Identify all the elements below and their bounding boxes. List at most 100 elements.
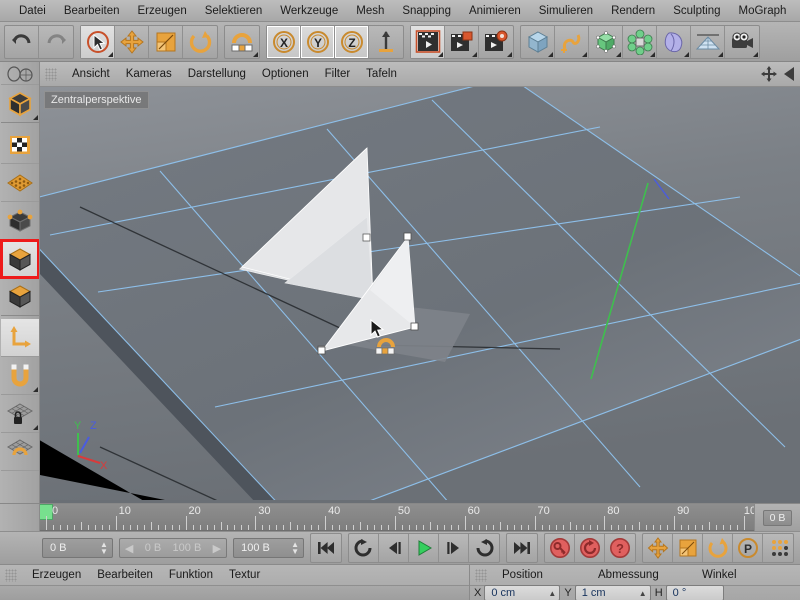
menu-item-simulieren[interactable]: Simulieren bbox=[530, 0, 602, 21]
next-key-button[interactable] bbox=[469, 534, 499, 562]
coordinate-input-y[interactable]: 1 cm ▲ bbox=[574, 585, 651, 600]
coordinate-input-x[interactable]: 0 cm ▲ bbox=[484, 585, 561, 600]
model-mode-menu-arrow[interactable] bbox=[32, 115, 38, 120]
end-frame-field[interactable]: 100 B ▲ ▼ bbox=[233, 538, 304, 558]
current-frame-field[interactable]: 0 B ▲ ▼ bbox=[42, 538, 113, 558]
material-menu-erzeugen[interactable]: Erzeugen bbox=[24, 565, 89, 586]
menu-item-mograph[interactable]: MoGraph bbox=[730, 0, 796, 21]
material-menu-bearbeiten[interactable]: Bearbeiten bbox=[89, 565, 161, 586]
coordinate-field-h[interactable]: H 0 ° bbox=[655, 585, 724, 600]
pan-view-button[interactable] bbox=[760, 65, 778, 86]
end-frame-stepper[interactable]: ▲ ▼ bbox=[283, 541, 299, 556]
environment-button[interactable] bbox=[691, 25, 725, 58]
camera-menu-arrow[interactable] bbox=[753, 51, 758, 57]
select-tool-menu-arrow[interactable] bbox=[108, 51, 113, 57]
viewport-menu-ansicht[interactable]: Ansicht bbox=[64, 62, 118, 87]
key-pla-button[interactable] bbox=[763, 534, 793, 562]
generator-menu-arrow[interactable] bbox=[616, 51, 621, 57]
viewport-3d[interactable]: Zentralperspektive Y Z X bbox=[40, 87, 800, 503]
array-button[interactable] bbox=[623, 25, 657, 58]
render-settings-menu-arrow[interactable] bbox=[507, 51, 512, 57]
preview-range-field[interactable]: ◀ 0 B 100 B ▶ bbox=[118, 538, 228, 558]
deformer-menu-arrow[interactable] bbox=[684, 51, 689, 57]
coordinate-field-y[interactable]: Y 1 cm ▲ bbox=[564, 585, 651, 600]
material-menu-grip[interactable] bbox=[5, 568, 17, 582]
render-view-button[interactable] bbox=[411, 25, 445, 58]
go-to-end-button[interactable] bbox=[507, 534, 537, 562]
material-manager-body[interactable] bbox=[0, 586, 469, 600]
viewport-menu-kameras[interactable]: Kameras bbox=[118, 62, 180, 87]
left-tool-edge-mode[interactable] bbox=[0, 202, 39, 240]
coordinate-stepper-x[interactable]: ▲ bbox=[548, 589, 556, 598]
generator-button[interactable] bbox=[589, 25, 623, 58]
select-tool-button[interactable] bbox=[81, 25, 115, 58]
menu-item-snapping[interactable]: Snapping bbox=[393, 0, 460, 21]
menu-item-rendern[interactable]: Rendern bbox=[602, 0, 664, 21]
snap-button[interactable] bbox=[225, 26, 259, 58]
timeline-right-field[interactable]: 0 B bbox=[762, 509, 793, 526]
range-next-arrow[interactable]: ▶ bbox=[213, 542, 221, 555]
coordinate-input-h[interactable]: 0 ° bbox=[665, 585, 724, 600]
left-tool-object-mode[interactable] bbox=[0, 278, 39, 316]
axis-lock-y-button[interactable]: Y bbox=[301, 25, 335, 58]
menu-item-mesh[interactable]: Mesh bbox=[347, 0, 393, 21]
menu-item-sculpting[interactable]: Sculpting bbox=[664, 0, 729, 21]
cube-menu-arrow[interactable] bbox=[548, 51, 553, 57]
step-back-button[interactable] bbox=[379, 534, 409, 562]
record-key-button[interactable] bbox=[545, 534, 575, 562]
key-position-button[interactable] bbox=[643, 534, 673, 562]
current-frame-stepper[interactable]: ▲ ▼ bbox=[92, 541, 108, 556]
viewport-menu-tafeln[interactable]: Tafeln bbox=[358, 62, 405, 87]
spline-menu-arrow[interactable] bbox=[582, 51, 587, 57]
key-rotation-button[interactable] bbox=[703, 534, 733, 562]
render-settings-button[interactable] bbox=[479, 26, 513, 58]
menu-item-selektieren[interactable]: Selektieren bbox=[196, 0, 272, 21]
viewport-menu-grip[interactable] bbox=[45, 67, 57, 81]
coordinate-field-x[interactable]: X 0 cm ▲ bbox=[474, 585, 561, 600]
viewport-menu-darstellung[interactable]: Darstellung bbox=[180, 62, 254, 87]
previous-key-button[interactable] bbox=[349, 534, 379, 562]
coordinates-grip[interactable] bbox=[475, 568, 487, 582]
coordinate-stepper-y[interactable]: ▲ bbox=[639, 589, 647, 598]
viewport-menu-filter[interactable]: Filter bbox=[317, 62, 359, 87]
magnet-menu-arrow[interactable] bbox=[32, 387, 38, 392]
left-tool-axis-mode[interactable] bbox=[0, 319, 39, 357]
range-prev-arrow[interactable]: ◀ bbox=[125, 542, 133, 555]
render-region-menu-arrow[interactable] bbox=[472, 51, 477, 57]
undo-button[interactable] bbox=[5, 25, 39, 58]
go-to-start-button[interactable] bbox=[311, 534, 341, 562]
rotate-tool-button[interactable] bbox=[183, 26, 217, 58]
camera-button[interactable] bbox=[725, 26, 759, 58]
viewport-layout-button[interactable] bbox=[0, 63, 39, 85]
lock-workplane-menu-arrow[interactable] bbox=[32, 425, 38, 430]
world-axis-button[interactable] bbox=[369, 26, 403, 58]
render-view-menu-arrow[interactable] bbox=[438, 51, 443, 57]
left-tool-model-mode[interactable] bbox=[0, 85, 39, 123]
left-tool-lock-workplane[interactable] bbox=[0, 395, 39, 433]
axis-lock-z-button[interactable]: Z bbox=[335, 25, 369, 58]
key-scale-button[interactable] bbox=[673, 534, 703, 562]
move-tool-button[interactable] bbox=[115, 25, 149, 58]
menu-item-animieren[interactable]: Animieren bbox=[460, 0, 530, 21]
keyframe-selection-button[interactable]: ? bbox=[605, 534, 635, 562]
timeline-ruler[interactable]: 0 10 20 30 40 50 60 70 80 90 100 bbox=[40, 504, 754, 531]
environment-menu-arrow[interactable] bbox=[718, 51, 723, 57]
viewport-menu-optionen[interactable]: Optionen bbox=[254, 62, 317, 87]
key-parameter-button[interactable]: P bbox=[733, 534, 763, 562]
deformer-button[interactable] bbox=[657, 25, 691, 58]
scale-tool-button[interactable] bbox=[149, 25, 183, 58]
left-tool-point-mode[interactable] bbox=[0, 164, 39, 202]
play-button[interactable] bbox=[409, 534, 439, 562]
left-tool-magnet[interactable] bbox=[0, 357, 39, 395]
left-tool-polygon-mode[interactable] bbox=[0, 239, 39, 279]
cube-primitive-button[interactable] bbox=[521, 25, 555, 58]
array-menu-arrow[interactable] bbox=[650, 51, 655, 57]
material-menu-textur[interactable]: Textur bbox=[221, 565, 268, 586]
zoom-view-button[interactable] bbox=[780, 65, 798, 86]
snap-menu-arrow[interactable] bbox=[253, 51, 258, 57]
menu-item-erzeugen[interactable]: Erzeugen bbox=[128, 0, 195, 21]
menu-item-werkzeuge[interactable]: Werkzeuge bbox=[271, 0, 347, 21]
redo-button[interactable] bbox=[39, 26, 73, 58]
menu-item-charakter[interactable]: Charakter bbox=[795, 0, 800, 21]
material-menu-funktion[interactable]: Funktion bbox=[161, 565, 221, 586]
